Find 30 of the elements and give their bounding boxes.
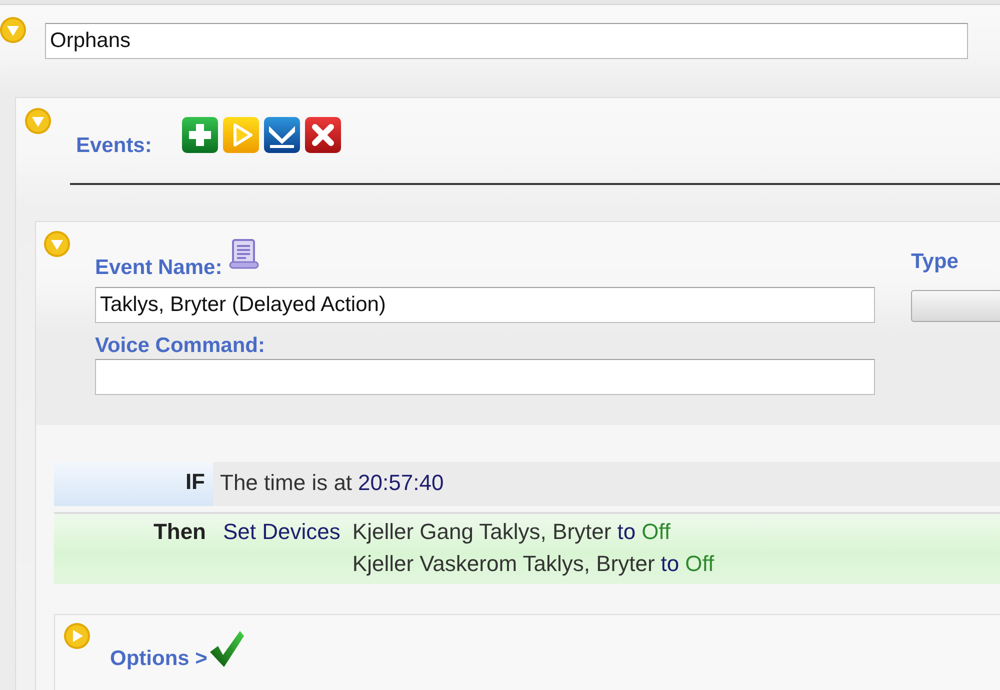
options-label: Options > (110, 647, 208, 671)
device-name: Kjeller Gang Taklys, Bryter (352, 518, 612, 546)
triangle-right-icon[interactable] (64, 623, 90, 649)
triangle-down-icon[interactable] (0, 17, 26, 43)
event-name-field[interactable]: Taklys, Bryter (Delayed Action) (95, 287, 875, 323)
play-icon[interactable] (222, 117, 259, 153)
checkmark-icon (209, 630, 246, 668)
triangle-down-icon[interactable] (44, 231, 70, 257)
action-verb: Set Devices (223, 518, 340, 546)
event-name-label: Event Name: (95, 256, 222, 280)
condition-label: IF (54, 462, 213, 506)
voice-command-field[interactable] (95, 359, 875, 395)
document-icon[interactable] (228, 238, 260, 270)
condition-time: 20:57:40 (358, 470, 444, 497)
voice-command-label: Voice Command: (95, 334, 265, 358)
action-label: Then (152, 518, 207, 546)
type-label: Type (911, 250, 958, 274)
device-state: Off (685, 550, 714, 578)
events-label: Events: (76, 134, 152, 158)
type-dropdown[interactable] (911, 290, 1000, 322)
down-chevron-icon[interactable] (264, 117, 300, 153)
cross-icon[interactable] (304, 117, 341, 153)
group-name-field[interactable]: Orphans (45, 23, 968, 59)
triangle-down-icon[interactable] (25, 108, 51, 134)
connector-text: to (660, 550, 680, 578)
device-name: Kjeller Vaskerom Taklys, Bryter (352, 550, 655, 578)
plus-icon[interactable] (182, 117, 218, 153)
device-state: Off (642, 518, 671, 546)
condition-text: The time is at (220, 470, 352, 497)
connector-text: to (617, 518, 636, 546)
